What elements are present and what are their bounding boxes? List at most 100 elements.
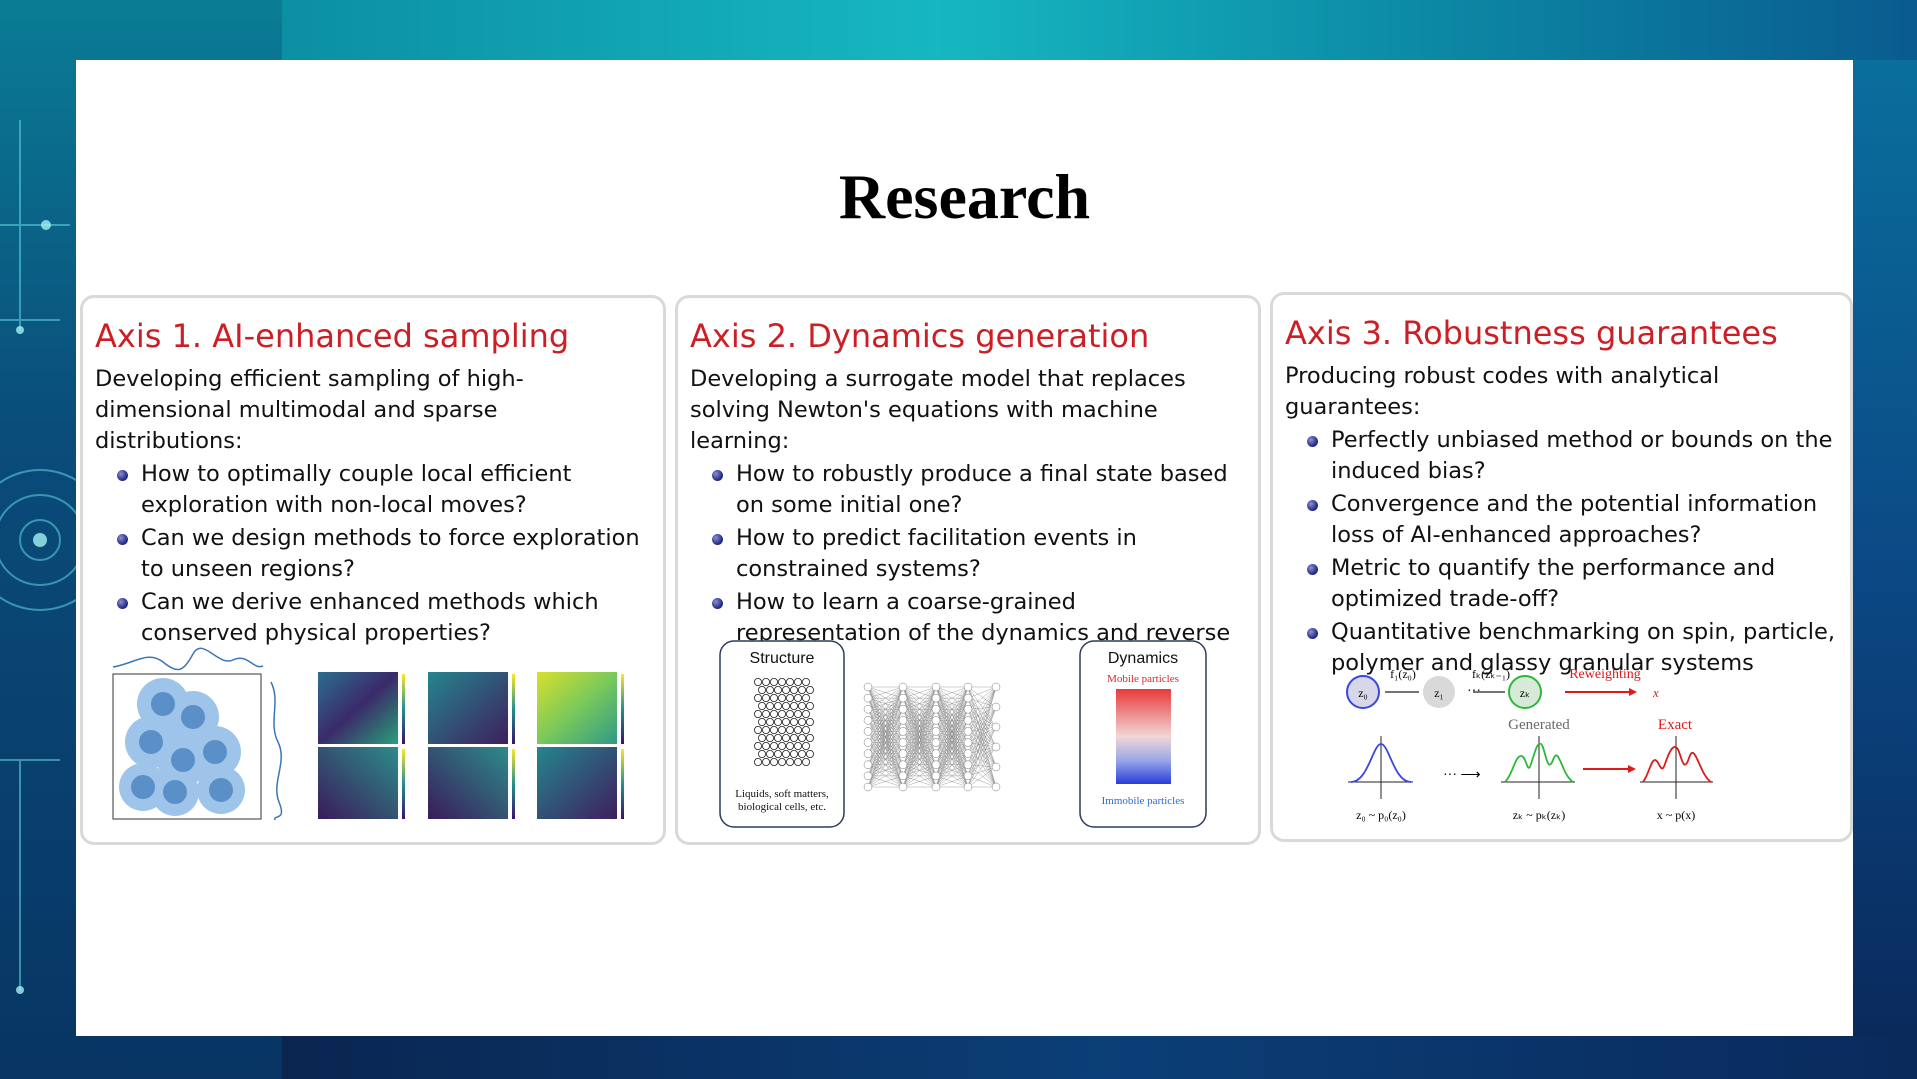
distk-label: zₖ ~ pₖ(zₖ) [1513,808,1565,822]
bullet-text: Convergence and the potential informatio… [1331,491,1818,548]
grain-dot [790,718,799,727]
nn-node [991,722,1001,732]
nn-node [863,760,873,769]
grain-dot [798,686,807,695]
bullet-text: Can we derive enhanced methods which con… [141,589,599,646]
nn-node [963,771,973,781]
grain-dot [790,686,799,695]
list-item: Perfectly unbiased method or bounds on t… [1305,425,1838,487]
background-bottom-decoration [282,1036,1917,1079]
nn-node [963,682,973,692]
grain-dot [794,678,803,687]
axis-2-panel: Axis 2. Dynamics generation Developing a… [675,295,1261,845]
nn-node [898,749,908,758]
grain-dot [762,694,771,703]
grain-dot [762,710,771,719]
grain-dot [802,758,811,767]
fk-label: fₖ(zₖ₋₁) [1472,667,1510,681]
bullet-text: Perfectly unbiased method or bounds on t… [1331,427,1833,484]
axis-1-title: Axis 1. AI-enhanced sampling [95,317,570,355]
grain-dot [766,702,775,711]
grain-dot [766,686,775,695]
nn-node [863,782,873,792]
bullet-text: How to robustly produce a final state ba… [736,461,1228,518]
bullet-icon [712,534,723,545]
bullet-icon [1307,500,1318,511]
grain-dot [782,718,791,727]
nn-node [931,771,941,781]
grain-dot [798,702,807,711]
grain-dot [794,742,803,751]
nn-edge [967,686,997,776]
grain-dot [754,710,763,719]
grain-dot [794,710,803,719]
nn-node [863,749,873,758]
nn-node [863,738,873,747]
bullet-icon [117,534,128,545]
nn-node [931,693,941,703]
grain-dot [762,678,771,687]
list-item: How to robustly produce a final state ba… [710,459,1246,521]
grain-dot [802,710,811,719]
grain-dot [774,750,783,759]
grain-dot [782,750,791,759]
nn-edge [967,686,997,699]
grain-dot [754,678,763,687]
grain-dot [786,726,795,735]
bullet-icon [117,470,128,481]
grain-dot [758,702,767,711]
axis-1-bullets: How to optimally couple local efficient … [115,459,651,649]
nn-node [963,738,973,747]
grain-dot [802,678,811,687]
reweighting-label: Reweighting [1569,667,1641,682]
grain-dot [766,734,775,743]
nn-node [863,716,873,725]
grain-dot [770,758,779,767]
grain-dot [802,694,811,703]
bullet-text: Metric to quantify the performance and o… [1331,555,1776,612]
bullet-icon [1307,628,1318,639]
grain-dot [786,694,795,703]
grain-dot [778,758,787,767]
nn-node [863,682,873,692]
nn-node [898,682,908,692]
nn-node [991,742,1001,752]
grain-dot [774,718,783,727]
list-item: Convergence and the potential informatio… [1305,489,1838,551]
nn-node [963,716,973,725]
bullet-icon [117,598,128,609]
bullet-text: How to optimally couple local efficient … [141,461,572,518]
immobile-label: Immobile particles [1102,795,1185,807]
nn-node [931,782,941,792]
list-item: Can we derive enhanced methods which con… [115,587,651,649]
grain-dot [770,726,779,735]
grain-dot [806,718,815,727]
structure-caption-1: Liquids, soft matters, [735,788,829,800]
grain-dot [786,710,795,719]
grain-dot [762,742,771,751]
nn-node [931,705,941,714]
grain-dot [758,686,767,695]
nn-node [931,749,941,758]
nn-node [931,727,941,736]
grain-dot [798,718,807,727]
dynamics-figure: Structure Liquids, soft matters, biologi… [719,640,1207,828]
structure-caption-2: biological cells, etc. [738,801,826,813]
grain-dot [794,726,803,735]
grain-dot [770,710,779,719]
grain-dot [774,686,783,695]
grain-dot [802,742,811,751]
grain-dot [778,678,787,687]
grain-dot [778,710,787,719]
list-item: How to predict facilitation events in co… [710,523,1246,585]
nn-node [863,705,873,714]
background-right-decoration [1853,60,1917,1036]
bullet-icon [712,598,723,609]
nn-node [898,782,908,792]
dist0-label: z₀ ~ p₀(z₀) [1356,808,1406,822]
grain-dot [786,742,795,751]
nn-node [931,716,941,725]
grain-dot [782,702,791,711]
grain-dot [778,694,787,703]
grain-dot [806,702,815,711]
